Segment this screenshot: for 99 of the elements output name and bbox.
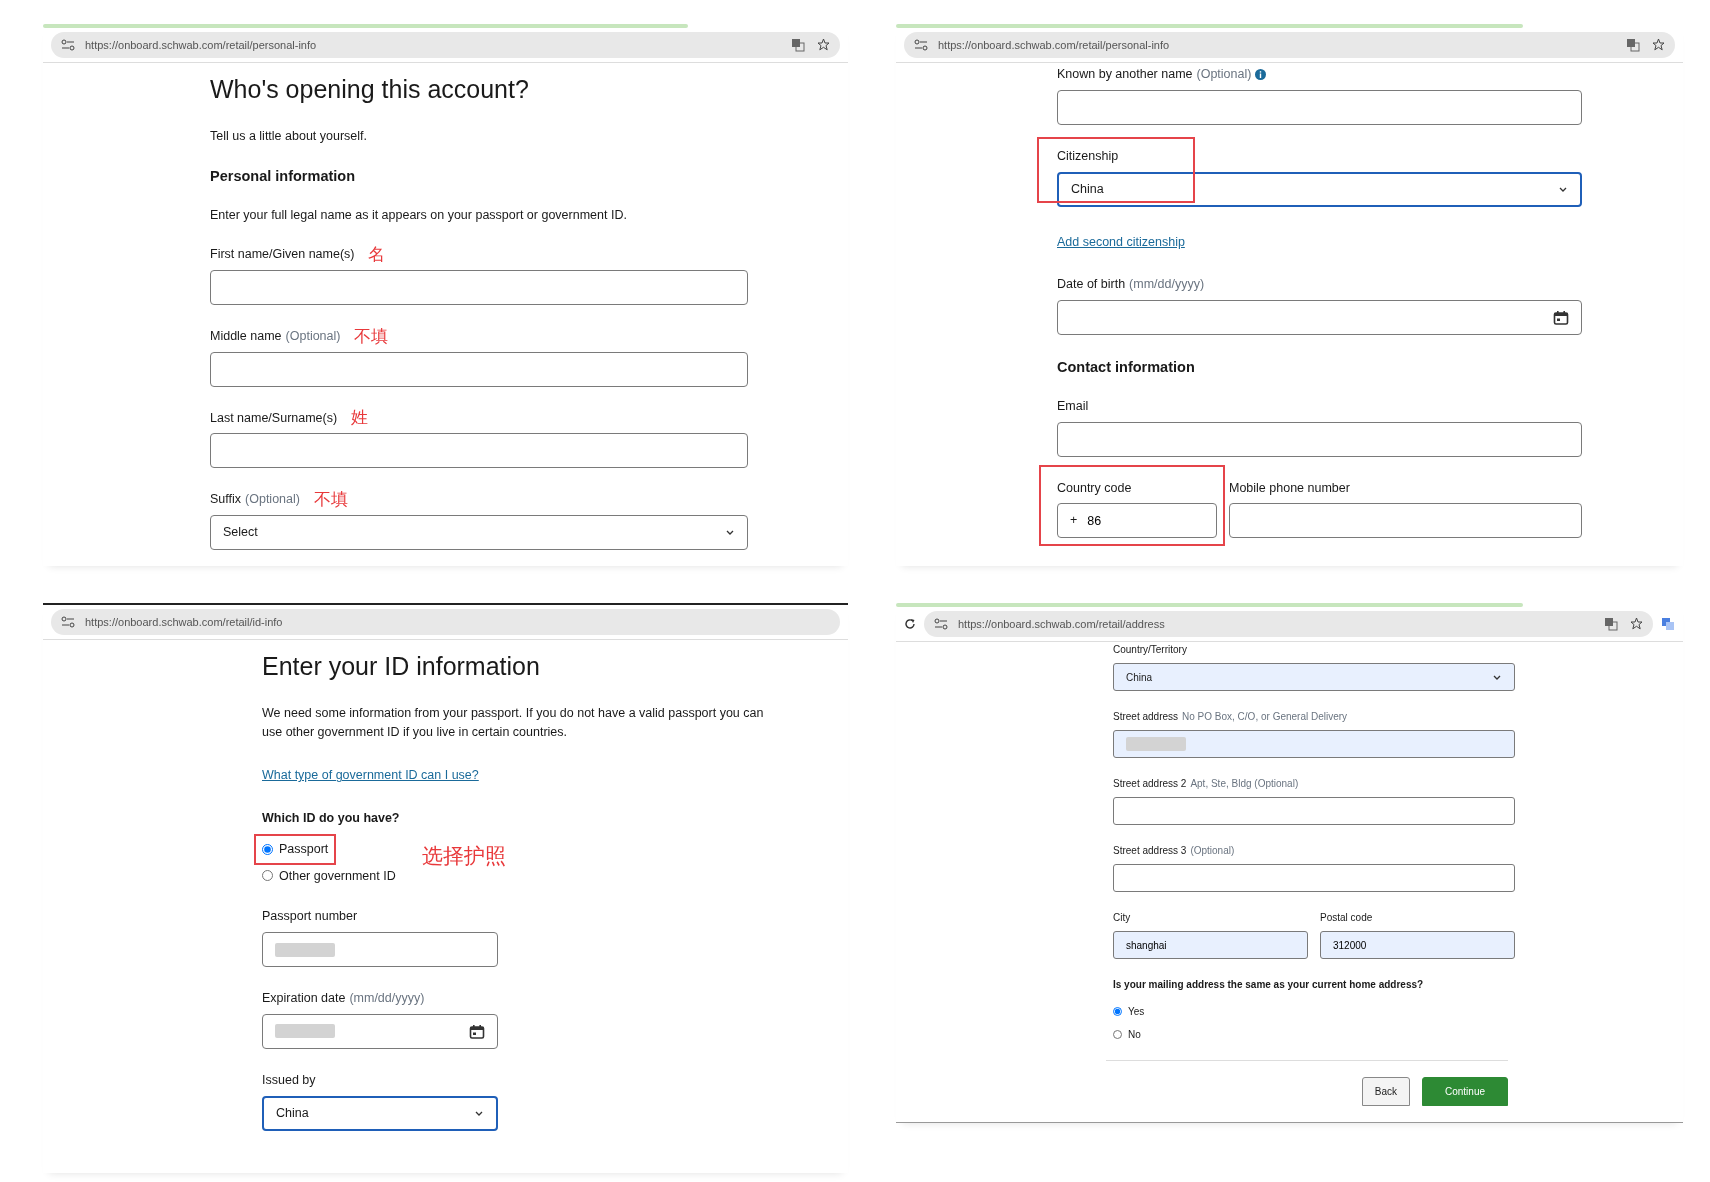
question-label: Is your mailing address the same as your current home address? (1113, 978, 1425, 992)
input-field[interactable] (1113, 797, 1515, 825)
hint-text: (mm/dd/yyyy) (1129, 276, 1205, 294)
reload-icon[interactable] (904, 618, 916, 630)
translate-icon[interactable] (1604, 617, 1618, 631)
hint-text: (Optional) (1190, 844, 1235, 858)
field-label: Country code (1057, 479, 1132, 497)
calendar-icon (469, 1023, 485, 1039)
select-field[interactable]: Select (210, 515, 748, 550)
field-label: Passport number (262, 908, 358, 926)
calendar-icon (1553, 310, 1569, 325)
chevron-icon (725, 528, 735, 537)
input-field[interactable] (262, 932, 498, 967)
address-bar[interactable]: https://onboard.schwab.com/retail/address (924, 611, 1653, 637)
hint-text: (Optional) (285, 327, 341, 345)
select-field[interactable]: China (1057, 171, 1582, 207)
annotation-note: 不填 (354, 327, 389, 345)
date-field[interactable] (262, 1013, 498, 1049)
input-field[interactable] (210, 269, 748, 305)
input-field[interactable]: + 86 (1057, 503, 1217, 539)
option-label: Other government ID (279, 867, 396, 885)
field-label: Issued by (262, 1071, 316, 1089)
help-link[interactable]: Add second citizenship (1057, 232, 1185, 252)
continue-button[interactable]: Continue (1421, 1077, 1508, 1106)
input-field[interactable]: 312000 (1320, 931, 1515, 959)
radio-button[interactable] (262, 843, 273, 855)
url-text: https://onboard.schwab.com/retail/personal-info (85, 37, 317, 53)
intro-text: Tell us a little about yourself. (210, 127, 369, 145)
intro-text: Enter your full legal name as it appears on your passport or government ID. (210, 206, 628, 224)
annotation-note: 不填 (313, 491, 348, 509)
input-field[interactable] (1229, 503, 1582, 539)
field-label: Email (1057, 397, 1089, 415)
page-title: Enter your ID information (262, 651, 541, 682)
input-field[interactable] (210, 351, 748, 387)
field-value[interactable]: 312000 (1333, 932, 1502, 958)
hint-text: (mm/dd/yyyy) (349, 990, 425, 1007)
field-value[interactable]: shanghai (1126, 932, 1295, 958)
input-field[interactable] (1057, 89, 1582, 125)
translate-icon[interactable] (1661, 617, 1675, 631)
hint-text: (Optional) (245, 491, 300, 509)
annotation-note: 姓 (351, 409, 369, 427)
input-field[interactable]: shanghai (1113, 931, 1308, 959)
input-field[interactable] (1113, 864, 1515, 892)
field-label: Expiration date (262, 990, 346, 1007)
translate-icon[interactable] (1626, 38, 1640, 52)
input-field[interactable] (210, 433, 748, 469)
url-text: https://onboard.schwab.com/retail/id-info (85, 614, 283, 630)
field-label: Date of birth (1057, 276, 1126, 294)
field-label: Middle name (210, 327, 282, 345)
url-text: https://onboard.schwab.com/retail/address (958, 616, 1165, 632)
field-label: Known by another name (1057, 66, 1193, 83)
intro-text: We need some information from your passport. If you do not have a valid passport you can use other government ID if you live in certain countries. (262, 704, 765, 741)
field-label: City (1113, 911, 1131, 925)
radio-button[interactable] (1113, 1007, 1122, 1016)
input-field[interactable] (1057, 421, 1582, 457)
tune-icon (61, 616, 75, 628)
field-label: Last name/Surname(s) (210, 409, 338, 427)
translate-icon[interactable] (791, 38, 805, 52)
field-label: Street address 3 (1113, 844, 1187, 858)
hint-text: (Optional) (1196, 66, 1252, 83)
tune-icon (914, 39, 928, 51)
select-field[interactable]: China (262, 1095, 498, 1131)
field-label: Street address 2 (1113, 777, 1187, 791)
address-bar[interactable]: https://onboard.schwab.com/retail/personal-info (904, 32, 1675, 58)
star-icon[interactable] (817, 38, 830, 51)
field-label: Postal code (1320, 911, 1373, 925)
section-heading: Contact information (1057, 358, 1196, 377)
annotation-note: 选择护照 (422, 845, 506, 866)
field-label: Mobile phone number (1229, 479, 1350, 497)
option-label: No (1128, 1028, 1141, 1042)
hint-text: Apt, Ste, Bldg (Optional) (1190, 777, 1299, 791)
radio-button[interactable] (1113, 1030, 1122, 1039)
star-icon[interactable] (1652, 38, 1665, 51)
field-label: Citizenship (1057, 147, 1119, 165)
url-text: https://onboard.schwab.com/retail/personal-info (938, 37, 1170, 53)
prefix-label: + (1070, 512, 1078, 530)
field-label: First name/Given name(s) (210, 246, 355, 263)
page-title: Who's opening this account? (210, 74, 530, 105)
select-field[interactable]: China (1113, 663, 1515, 691)
input-field[interactable] (1113, 730, 1515, 758)
radio-button[interactable] (262, 870, 273, 882)
back-button[interactable]: Back (1361, 1077, 1410, 1106)
field-value[interactable]: 86 (1087, 504, 1204, 538)
field-label: Street address (1113, 710, 1179, 724)
section-heading: Personal information (210, 166, 357, 186)
tune-icon (61, 39, 75, 51)
tune-icon (934, 618, 948, 630)
option-label: Yes (1128, 1005, 1145, 1019)
date-field[interactable] (1057, 300, 1582, 335)
annotation-note: 名 (368, 245, 386, 263)
option-label: Passport (279, 840, 329, 858)
hint-text: No PO Box, C/O, or General Delivery (1182, 710, 1348, 724)
help-link[interactable]: What type of government ID can I use? (262, 766, 479, 785)
address-bar[interactable]: https://onboard.schwab.com/retail/personal-info (51, 32, 840, 58)
star-icon[interactable] (1630, 617, 1643, 630)
field-label: Suffix (210, 491, 242, 509)
question-label: Which ID do you have? (262, 810, 401, 827)
address-bar[interactable]: https://onboard.schwab.com/retail/id-info (51, 609, 840, 635)
field-label: Country/Territory (1113, 643, 1187, 657)
